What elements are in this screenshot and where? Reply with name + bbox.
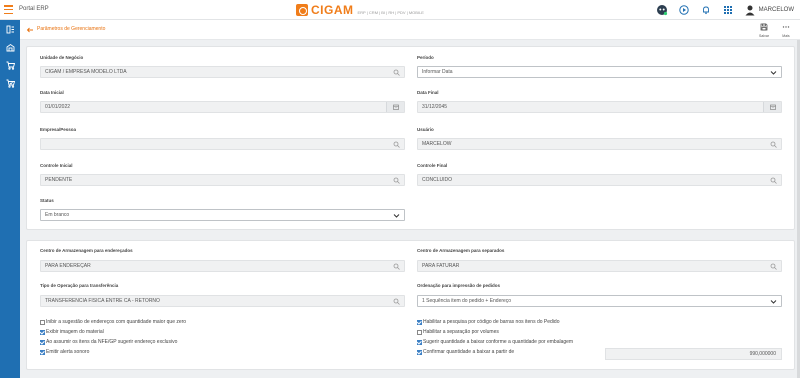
tipo-operacao-label: Tipo de Operação para transferência: [40, 283, 119, 288]
back-arrow-icon[interactable]: [26, 26, 34, 34]
status-label: Status: [40, 198, 54, 203]
unidade-label: Unidade de Negócio: [40, 55, 84, 60]
brand-logo: CIGAM ERP | CRM | BI | RH | PDV | MOBILE: [296, 3, 424, 17]
data-inicial-label: Data Inicial: [40, 90, 64, 95]
empresa-label: Empresa/Pessoa: [40, 127, 77, 132]
page-title: Parâmetros de Gerenciamento: [37, 26, 106, 32]
menu-icon[interactable]: [4, 5, 13, 14]
checkbox-box[interactable]: [417, 349, 422, 355]
chevron-down-icon: [393, 214, 400, 218]
usuario-label: Usuário: [417, 127, 434, 132]
search-icon[interactable]: [393, 298, 400, 305]
chevron-down-icon: [770, 300, 777, 304]
controle-final-field[interactable]: CONCLUIDO: [417, 174, 782, 186]
save-button[interactable]: Salvar: [756, 23, 772, 39]
search-icon[interactable]: [393, 263, 400, 270]
checkbox-box[interactable]: [40, 319, 45, 325]
calendar-icon[interactable]: [386, 102, 404, 112]
centro-enderecados-label: Centro de Armazenagem para endereçados: [40, 248, 133, 253]
confirmar-quantidade-input[interactable]: 990,000000: [605, 348, 782, 360]
periodo-label: Período: [417, 55, 434, 60]
data-final-field[interactable]: 31/12/2045: [417, 101, 782, 113]
chevron-down-icon: [770, 71, 777, 75]
tipo-operacao-field[interactable]: TRANSFERENCIA FISICA ENTRE CA - RETORNO: [40, 295, 405, 307]
settings-panel: Centro de Armazenagem para endereçados P…: [26, 240, 795, 370]
search-icon[interactable]: [393, 177, 400, 184]
rail-cart-icon[interactable]: [0, 56, 20, 74]
checkbox-box[interactable]: [417, 339, 422, 345]
search-icon[interactable]: [770, 141, 777, 148]
inibir-sugestao-checkbox[interactable]: Inibir a sugestão de endereços com quant…: [40, 319, 186, 325]
more-button[interactable]: Mais: [778, 23, 794, 39]
assistant-icon[interactable]: [656, 4, 668, 16]
controle-final-label: Controle Final: [417, 163, 448, 168]
search-icon[interactable]: [770, 263, 777, 270]
user-name[interactable]: MARCELOW: [759, 7, 794, 13]
rail-warehouse-icon[interactable]: [0, 38, 20, 56]
status-select[interactable]: Em branco: [40, 209, 405, 221]
avatar-icon[interactable]: [744, 4, 756, 16]
codigo-barras-checkbox[interactable]: Habilitar a pesquisa por código de barra…: [417, 319, 559, 325]
confirmar-quantidade-checkbox[interactable]: Confirmar quantidade a baixar a partir d…: [417, 349, 514, 355]
exibir-imagem-checkbox[interactable]: Exibir imagem do material: [40, 329, 104, 335]
data-inicial-field[interactable]: 01/01/2022: [40, 101, 405, 113]
alerta-sonoro-checkbox[interactable]: Emitir alerta sonoro: [40, 349, 89, 355]
periodo-select[interactable]: Informar Data: [417, 66, 782, 78]
controle-inicial-label: Controle Inicial: [40, 163, 73, 168]
brand-mark-icon: [296, 4, 308, 16]
unidade-field[interactable]: CIGAM / EMPRESA MODELO LTDA: [40, 66, 405, 78]
checkbox-box[interactable]: [40, 349, 45, 355]
calendar-icon[interactable]: [763, 102, 781, 112]
checkbox-box[interactable]: [417, 329, 422, 335]
quantidade-embalagem-checkbox[interactable]: Sugerir quantidade a baixar conforme a q…: [417, 339, 573, 345]
filters-panel: Unidade de Negócio CIGAM / EMPRESA MODEL…: [26, 46, 795, 230]
separacao-volumes-checkbox[interactable]: Habilitar a separação por volumes: [417, 329, 499, 335]
checkbox-box[interactable]: [417, 319, 422, 325]
ordenacao-label: Ordenação para impressão de pedidos: [417, 283, 501, 288]
play-icon[interactable]: [678, 4, 690, 16]
centro-separados-field[interactable]: PARA FATURAR: [417, 260, 782, 272]
search-icon[interactable]: [393, 69, 400, 76]
bell-icon[interactable]: [700, 4, 712, 16]
data-final-label: Data Final: [417, 90, 439, 95]
ordenacao-select[interactable]: 1 Sequência item do pedido + Endereço: [417, 295, 782, 307]
top-bar: Portal ERP CIGAM ERP | CRM | BI | RH | P…: [0, 0, 800, 20]
page-header: Parâmetros de Gerenciamento Salvar Mais: [20, 20, 800, 40]
checkbox-box[interactable]: [40, 339, 45, 345]
usuario-field[interactable]: MARCELOW: [417, 138, 782, 150]
search-icon[interactable]: [770, 177, 777, 184]
portal-title: Portal ERP: [19, 6, 49, 12]
apps-grid-icon[interactable]: [722, 4, 734, 16]
search-icon[interactable]: [393, 141, 400, 148]
left-rail: [0, 20, 20, 378]
rail-cart-check-icon[interactable]: [0, 74, 20, 92]
save-icon: [760, 23, 768, 31]
centro-separados-label: Centro de Armazenagem para separados: [417, 248, 505, 253]
rail-list-icon[interactable]: [0, 20, 20, 38]
checkbox-box[interactable]: [40, 329, 45, 335]
empresa-field[interactable]: [40, 138, 405, 150]
centro-enderecados-field[interactable]: PARA ENDEREÇAR: [40, 260, 405, 272]
controle-inicial-field[interactable]: PENDENTE: [40, 174, 405, 186]
endereco-exclusivo-checkbox[interactable]: Ao assumir os itens da NFE/GP sugerir en…: [40, 339, 177, 345]
more-dots-icon: [782, 26, 790, 28]
